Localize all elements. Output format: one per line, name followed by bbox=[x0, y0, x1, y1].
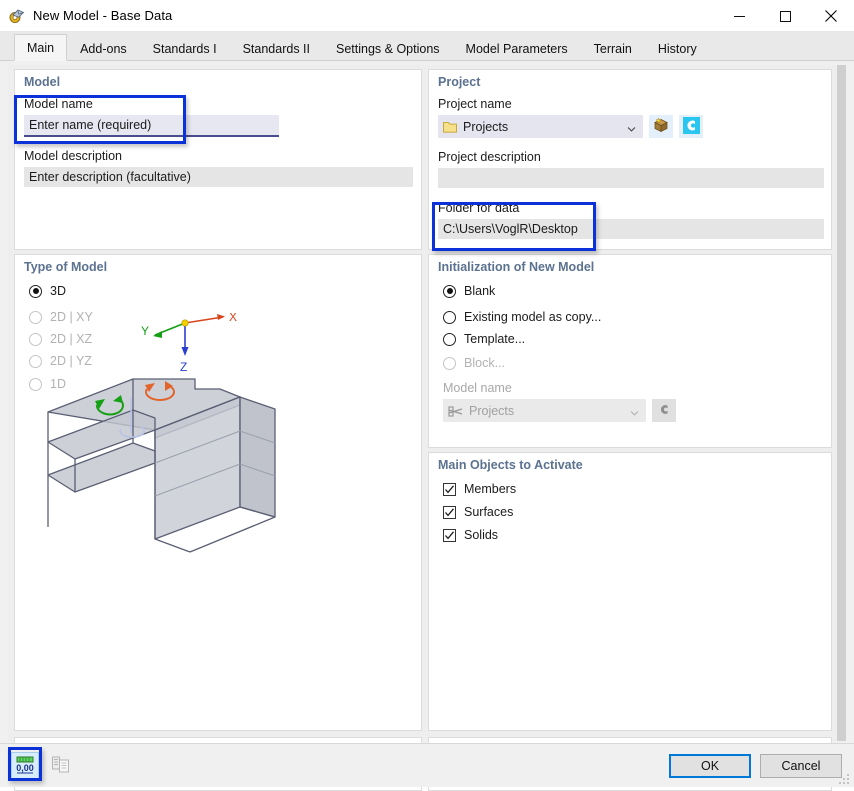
window-titlebar: New Model - Base Data bbox=[0, 0, 854, 32]
units-decimal-0-00-icon: 0,00 bbox=[14, 754, 36, 779]
radio-blank-indicator bbox=[443, 285, 456, 298]
radio-template-label: Template... bbox=[464, 332, 525, 346]
initialization-panel: Initialization of New Model Blank Existi… bbox=[428, 254, 832, 448]
project-name-label: Project name bbox=[438, 97, 822, 111]
type-of-model-panel: Type of Model 3D 2D | XY 2D | XZ 2D | YZ bbox=[14, 254, 422, 731]
project-name-combo[interactable]: Projects bbox=[438, 115, 643, 138]
copy-settings-icon bbox=[51, 755, 71, 778]
radio-2d-xz-label: 2D | XZ bbox=[50, 332, 92, 346]
radio-blank[interactable]: Blank bbox=[443, 284, 831, 298]
svg-text:0,00: 0,00 bbox=[16, 763, 34, 773]
cancel-button[interactable]: Cancel bbox=[760, 754, 842, 778]
dialog-footer: 0,00 bbox=[0, 743, 854, 787]
radio-2d-xz-indicator bbox=[29, 333, 42, 346]
folder-icon bbox=[443, 121, 457, 133]
svg-text:X: X bbox=[229, 313, 237, 324]
vertical-scrollbar[interactable] bbox=[837, 65, 846, 741]
svg-text:Y: Y bbox=[141, 324, 149, 338]
project-description-input[interactable] bbox=[438, 168, 824, 188]
dialog-content: Model Model name Enter name (required) M… bbox=[8, 65, 846, 741]
package-star-icon bbox=[653, 117, 669, 136]
3d-building-model-preview bbox=[35, 367, 315, 600]
checkbox-members-indicator bbox=[443, 483, 456, 496]
ok-button[interactable]: OK bbox=[669, 754, 751, 778]
close-button[interactable] bbox=[808, 0, 854, 32]
radio-2d-yz-label: 2D | YZ bbox=[50, 354, 92, 368]
checkbox-solids[interactable]: Solids bbox=[443, 528, 831, 542]
main-objects-title: Main Objects to Activate bbox=[429, 453, 831, 472]
folder-for-data-label: Folder for data bbox=[438, 201, 822, 215]
window-title: New Model - Base Data bbox=[33, 8, 172, 23]
tab-main[interactable]: Main bbox=[14, 34, 67, 61]
dlubal-center-icon bbox=[683, 117, 700, 137]
model-name-label: Model name bbox=[24, 97, 412, 111]
chevron-down-icon bbox=[630, 406, 639, 415]
maximize-button[interactable] bbox=[762, 0, 808, 32]
checkbox-surfaces[interactable]: Surfaces bbox=[443, 505, 831, 519]
type-of-model-title: Type of Model bbox=[15, 255, 421, 274]
radio-block[interactable]: Block... bbox=[443, 356, 831, 370]
project-new-package-button[interactable] bbox=[649, 115, 673, 138]
checkbox-members-label: Members bbox=[464, 482, 516, 496]
radio-existing-model-label: Existing model as copy... bbox=[464, 310, 601, 324]
block-icon bbox=[448, 405, 463, 417]
radio-3d[interactable]: 3D bbox=[29, 284, 421, 298]
model-name-input[interactable]: Enter name (required) bbox=[24, 115, 279, 137]
init-model-name-value: Projects bbox=[469, 404, 514, 418]
folder-for-data-input[interactable]: C:\Users\VoglR\Desktop bbox=[438, 219, 824, 239]
project-panel: Project Project name Projects bbox=[428, 69, 832, 250]
app-model-icon bbox=[9, 8, 25, 24]
radio-2d-xy-label: 2D | XY bbox=[50, 310, 93, 324]
dlubal-center-button[interactable] bbox=[679, 115, 703, 138]
tab-model-parameters[interactable]: Model Parameters bbox=[453, 36, 581, 61]
tab-bar: Main Add-ons Standards I Standards II Se… bbox=[0, 32, 854, 61]
model-description-input[interactable]: Enter description (facultative) bbox=[24, 167, 413, 187]
radio-template-indicator bbox=[443, 333, 456, 346]
init-model-name-label: Model name bbox=[443, 381, 831, 395]
chevron-down-icon bbox=[627, 122, 636, 131]
project-name-value: Projects bbox=[463, 120, 508, 134]
checkbox-solids-indicator bbox=[443, 529, 456, 542]
tab-standards-i[interactable]: Standards I bbox=[140, 36, 230, 61]
tab-settings-options[interactable]: Settings & Options bbox=[323, 36, 453, 61]
radio-block-label: Block... bbox=[464, 356, 505, 370]
tab-terrain[interactable]: Terrain bbox=[581, 36, 645, 61]
tab-add-ons[interactable]: Add-ons bbox=[67, 36, 140, 61]
checkbox-solids-label: Solids bbox=[464, 528, 498, 542]
init-model-name-combo: Projects bbox=[443, 399, 646, 422]
model-panel-title: Model bbox=[15, 70, 421, 89]
radio-3d-indicator bbox=[29, 285, 42, 298]
minimize-button[interactable] bbox=[716, 0, 762, 32]
radio-existing-model-indicator bbox=[443, 311, 456, 324]
main-objects-panel: Main Objects to Activate Members Surface… bbox=[428, 452, 832, 731]
radio-block-indicator bbox=[443, 357, 456, 370]
resize-grip[interactable] bbox=[839, 772, 851, 784]
tab-standards-ii[interactable]: Standards II bbox=[230, 36, 323, 61]
initialization-panel-title: Initialization of New Model bbox=[429, 255, 831, 274]
radio-blank-label: Blank bbox=[464, 284, 495, 298]
dialog-body: Model Model name Enter name (required) M… bbox=[0, 61, 854, 787]
project-panel-title: Project bbox=[429, 70, 831, 89]
dlubal-center-icon bbox=[657, 402, 672, 420]
copy-settings-button bbox=[47, 752, 75, 780]
radio-2d-yz-indicator bbox=[29, 355, 42, 368]
model-panel: Model Model name Enter name (required) M… bbox=[14, 69, 422, 250]
init-dlubal-center-button bbox=[652, 399, 676, 422]
radio-2d-xy-indicator bbox=[29, 311, 42, 324]
units-settings-button[interactable]: 0,00 bbox=[11, 752, 39, 780]
radio-existing-model-as-copy[interactable]: Existing model as copy... bbox=[443, 310, 831, 324]
tab-history[interactable]: History bbox=[645, 36, 710, 61]
radio-3d-label: 3D bbox=[50, 284, 66, 298]
model-description-label: Model description bbox=[24, 149, 412, 163]
checkbox-members[interactable]: Members bbox=[443, 482, 831, 496]
radio-template[interactable]: Template... bbox=[443, 332, 831, 346]
project-description-label: Project description bbox=[438, 150, 822, 164]
window-controls bbox=[716, 0, 854, 32]
checkbox-surfaces-indicator bbox=[443, 506, 456, 519]
checkbox-surfaces-label: Surfaces bbox=[464, 505, 513, 519]
